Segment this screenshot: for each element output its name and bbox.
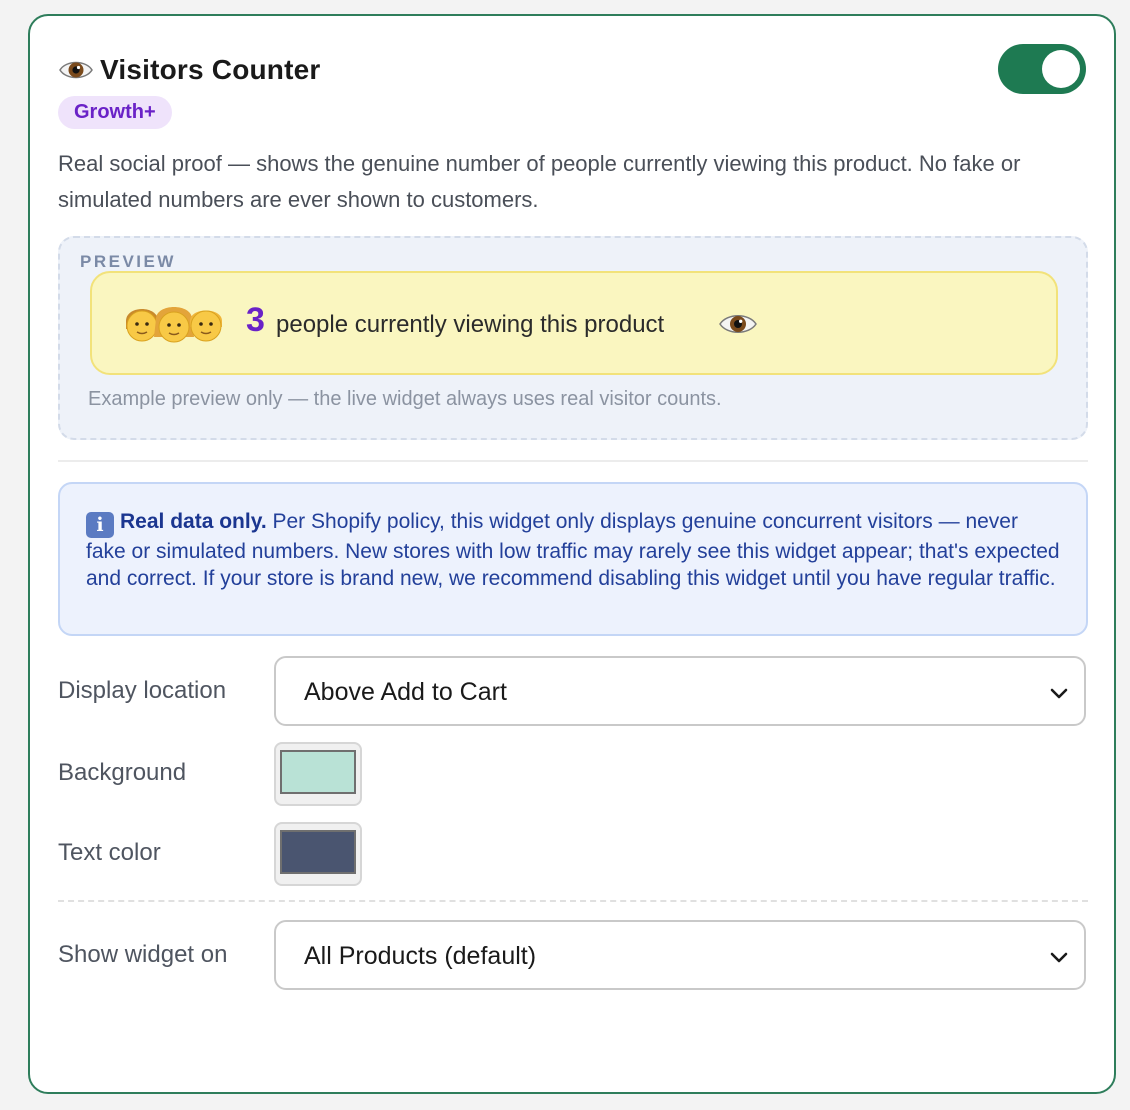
info-icon: i: [86, 512, 114, 538]
chevron-down-icon: [1048, 946, 1070, 968]
info-heading: Real data only.: [120, 510, 267, 533]
preview-label: PREVIEW: [80, 252, 176, 271]
show-widget-on-label: Show widget on: [58, 941, 228, 968]
visitors-counter-card: Visitors Counter Growth+ Real social pro…: [28, 14, 1116, 1094]
chevron-down-icon: [1048, 682, 1070, 704]
background-color-picker[interactable]: [274, 742, 362, 806]
show-widget-on-value: All Products (default): [304, 942, 537, 970]
section-divider: [58, 460, 1088, 462]
widget-description: Real social proof — shows the genuine nu…: [58, 151, 1021, 212]
dashed-divider: [58, 900, 1088, 902]
preview-widget: 3 people currently viewing this product: [90, 271, 1058, 375]
background-color-swatch: [280, 750, 356, 794]
enable-toggle[interactable]: [998, 44, 1086, 94]
viewer-count: 3: [246, 301, 265, 339]
text-color-label: Text color: [58, 839, 161, 866]
display-location-value: Above Add to Cart: [304, 678, 507, 706]
background-label: Background: [58, 759, 187, 786]
display-location-select[interactable]: Above Add to Cart: [274, 656, 1086, 726]
eye-icon: [58, 56, 94, 84]
card-title: Visitors Counter: [100, 54, 321, 85]
show-widget-on-select[interactable]: All Products (default): [274, 920, 1086, 990]
text-color-swatch: [280, 830, 356, 874]
toggle-knob: [1042, 50, 1080, 88]
people-icon: [122, 299, 226, 347]
plan-badge: Growth+: [58, 96, 172, 129]
text-color-picker[interactable]: [274, 822, 362, 886]
viewer-text: people currently viewing this product: [276, 311, 665, 338]
card-header: Visitors Counter: [58, 54, 321, 86]
preview-eye-icon: [718, 309, 758, 339]
display-location-label: Display location: [58, 677, 227, 704]
preview-note: Example preview only — the live widget a…: [88, 388, 722, 410]
preview-panel: PREVIEW 3 people currently viewing this …: [58, 236, 1088, 440]
info-notice: i Real data only. Per Shopify policy, thi…: [58, 482, 1088, 636]
